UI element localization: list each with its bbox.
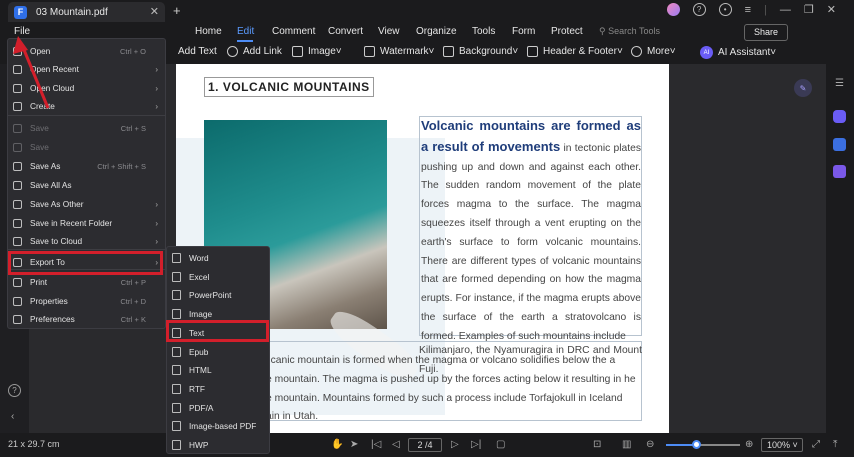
annotation-arrow xyxy=(13,36,50,109)
arrow-shaft xyxy=(20,44,50,109)
